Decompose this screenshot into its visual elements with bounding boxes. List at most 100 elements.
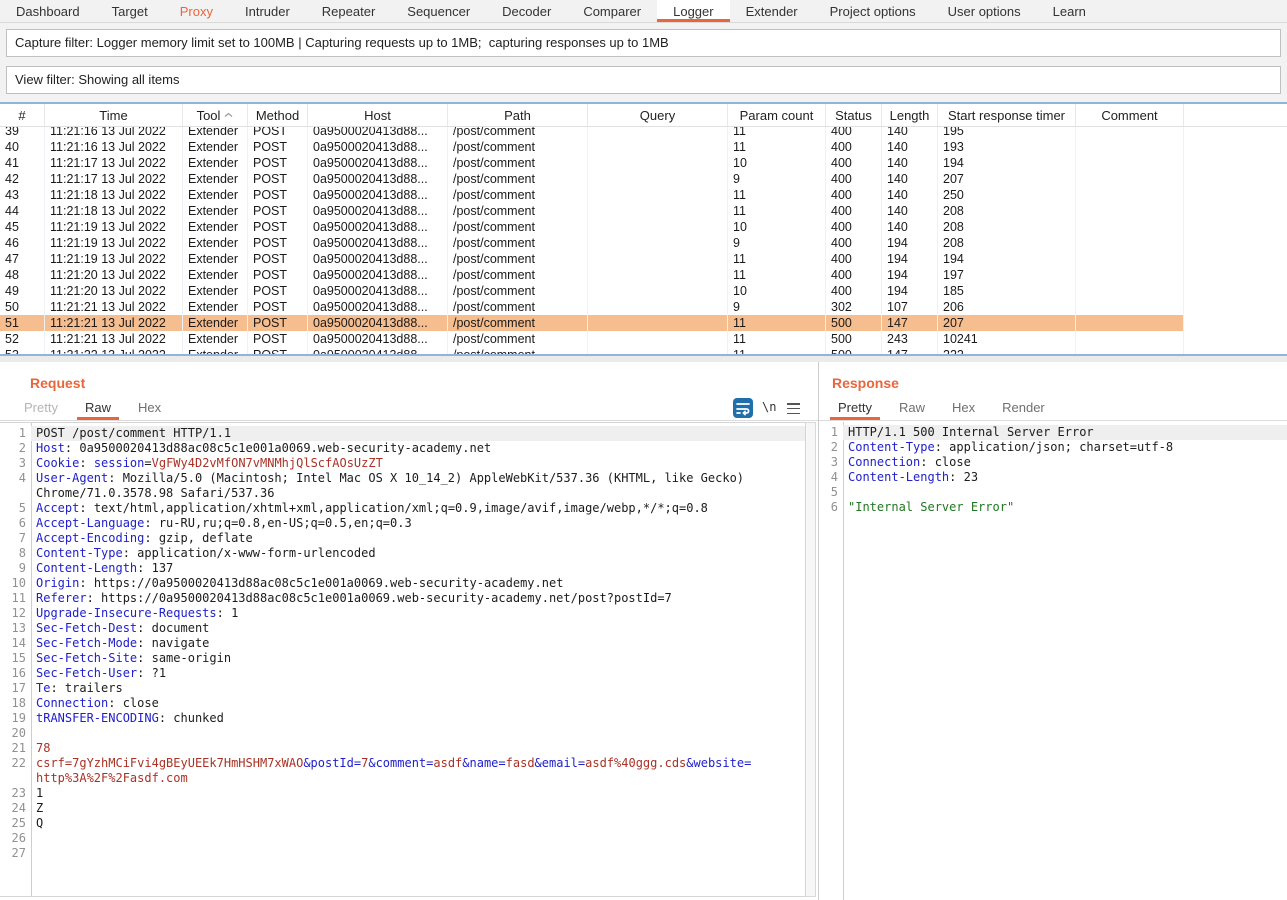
view-filter-bar[interactable]: View filter: Showing all items — [6, 66, 1281, 94]
cell-start-response-timer: 193 — [938, 139, 1076, 155]
cell-hash: 50 — [0, 299, 45, 315]
column-header-tool[interactable]: Tool — [183, 104, 248, 126]
line-number — [0, 771, 31, 786]
cell-query — [588, 127, 728, 139]
capture-filter-bar[interactable]: Capture filter: Logger memory limit set … — [6, 29, 1281, 57]
table-row[interactable]: 5311:21:22 13 Jul 2022ExtenderPOST0a9500… — [0, 347, 1184, 354]
column-header-param-count[interactable]: Param count — [728, 104, 826, 126]
column-header-length[interactable]: Length — [882, 104, 938, 126]
cell-length: 147 — [882, 347, 938, 354]
column-header-status[interactable]: Status — [826, 104, 882, 126]
table-row[interactable]: 4311:21:18 13 Jul 2022ExtenderPOST0a9500… — [0, 187, 1184, 203]
request-editor[interactable]: 1POST /post/comment HTTP/1.12Host: 0a950… — [0, 422, 805, 897]
menu-tab-sequencer[interactable]: Sequencer — [391, 0, 486, 22]
table-header: #TimeToolMethodHostPathQueryParam countS… — [0, 104, 1287, 127]
editor-menu-icon[interactable] — [787, 403, 800, 414]
menu-tab-intruder[interactable]: Intruder — [229, 0, 306, 22]
column-label: Host — [364, 108, 391, 123]
tab-hex[interactable]: Hex — [944, 398, 983, 420]
cell-param-count: 11 — [728, 251, 826, 267]
table-body[interactable]: 3911:21:16 13 Jul 2022ExtenderPOST0a9500… — [0, 127, 1287, 354]
response-tab-row: Pretty Raw Hex Render — [819, 398, 1287, 421]
menu-tab-learn[interactable]: Learn — [1037, 0, 1102, 22]
column-header-comment[interactable]: Comment — [1076, 104, 1184, 126]
table-row[interactable]: 4211:21:17 13 Jul 2022ExtenderPOST0a9500… — [0, 171, 1184, 187]
cell-query — [588, 283, 728, 299]
cell-comment — [1076, 331, 1184, 347]
line-number: 2 — [819, 440, 843, 455]
cell-param-count: 9 — [728, 299, 826, 315]
cell-hash: 39 — [0, 127, 45, 139]
cell-time: 11:21:18 13 Jul 2022 — [45, 203, 183, 219]
menu-tab-extender[interactable]: Extender — [730, 0, 814, 22]
column-header-query[interactable]: Query — [588, 104, 728, 126]
code-text: Accept-Encoding: gzip, deflate — [31, 531, 805, 546]
code-text: Sec-Fetch-Site: same-origin — [31, 651, 805, 666]
column-header-method[interactable]: Method — [248, 104, 308, 126]
menu-tab-comparer[interactable]: Comparer — [567, 0, 657, 22]
line-number: 1 — [0, 426, 31, 441]
cell-tool: Extender — [183, 171, 248, 187]
cell-param-count: 9 — [728, 171, 826, 187]
code-line: 18Connection: close — [0, 696, 805, 711]
menu-tab-decoder[interactable]: Decoder — [486, 0, 567, 22]
code-text: Origin: https://0a9500020413d88ac08c5c1e… — [31, 576, 805, 591]
menu-tab-project-options[interactable]: Project options — [814, 0, 932, 22]
table-row[interactable]: 4011:21:16 13 Jul 2022ExtenderPOST0a9500… — [0, 139, 1184, 155]
response-editor[interactable]: 1HTTP/1.1 500 Internal Server Error2Cont… — [819, 422, 1287, 900]
cell-param-count: 10 — [728, 155, 826, 171]
menu-tab-repeater[interactable]: Repeater — [306, 0, 391, 22]
table-row[interactable]: 4811:21:20 13 Jul 2022ExtenderPOST0a9500… — [0, 267, 1184, 283]
cell-hash: 41 — [0, 155, 45, 171]
column-header-start-response-timer[interactable]: Start response timer — [938, 104, 1076, 126]
code-text: HTTP/1.1 500 Internal Server Error — [843, 425, 1287, 440]
cell-host: 0a9500020413d88... — [308, 235, 448, 251]
cell-host: 0a9500020413d88... — [308, 299, 448, 315]
table-row[interactable]: 5211:21:21 13 Jul 2022ExtenderPOST0a9500… — [0, 331, 1184, 347]
column-header-hash[interactable]: # — [0, 104, 45, 126]
table-row[interactable]: 4111:21:17 13 Jul 2022ExtenderPOST0a9500… — [0, 155, 1184, 171]
cell-status: 500 — [826, 331, 882, 347]
menu-tab-proxy[interactable]: Proxy — [164, 0, 229, 22]
code-text: Upgrade-Insecure-Requests: 1 — [31, 606, 805, 621]
table-row[interactable]: 4511:21:19 13 Jul 2022ExtenderPOST0a9500… — [0, 219, 1184, 235]
cell-hash: 52 — [0, 331, 45, 347]
line-number: 27 — [0, 846, 31, 861]
cell-tool: Extender — [183, 187, 248, 203]
table-row[interactable]: 3911:21:16 13 Jul 2022ExtenderPOST0a9500… — [0, 127, 1184, 139]
table-row[interactable]: 4611:21:19 13 Jul 2022ExtenderPOST0a9500… — [0, 235, 1184, 251]
table-row[interactable]: 5011:21:21 13 Jul 2022ExtenderPOST0a9500… — [0, 299, 1184, 315]
line-number: 26 — [0, 831, 31, 846]
cell-time: 11:21:20 13 Jul 2022 — [45, 267, 183, 283]
word-wrap-icon[interactable] — [733, 398, 753, 418]
cell-hash: 49 — [0, 283, 45, 299]
code-text: Content-Type: application/x-www-form-url… — [31, 546, 805, 561]
column-header-time[interactable]: Time — [45, 104, 183, 126]
nonprintable-toggle-icon[interactable]: \n — [762, 400, 776, 414]
table-row[interactable]: 4711:21:19 13 Jul 2022ExtenderPOST0a9500… — [0, 251, 1184, 267]
table-row[interactable]: 4411:21:18 13 Jul 2022ExtenderPOST0a9500… — [0, 203, 1184, 219]
table-row[interactable]: 5111:21:21 13 Jul 2022ExtenderPOST0a9500… — [0, 315, 1184, 331]
tab-render[interactable]: Render — [994, 398, 1053, 420]
column-header-path[interactable]: Path — [448, 104, 588, 126]
code-line: 26 — [0, 831, 805, 846]
menu-tab-dashboard[interactable]: Dashboard — [0, 0, 96, 22]
code-text: csrf=7gYzhMCiFvi4gBEyUEEk7HmHSHM7xWAO&po… — [31, 756, 805, 771]
cell-start-response-timer: 185 — [938, 283, 1076, 299]
cell-length: 194 — [882, 251, 938, 267]
table-row[interactable]: 4911:21:20 13 Jul 2022ExtenderPOST0a9500… — [0, 283, 1184, 299]
tab-pretty[interactable]: Pretty — [16, 398, 66, 420]
request-scrollbar[interactable] — [805, 422, 816, 897]
cell-method: POST — [248, 203, 308, 219]
menu-tab-target[interactable]: Target — [96, 0, 164, 22]
menu-tab-user-options[interactable]: User options — [932, 0, 1037, 22]
cell-comment — [1076, 299, 1184, 315]
tab-hex[interactable]: Hex — [130, 398, 169, 420]
column-header-host[interactable]: Host — [308, 104, 448, 126]
tab-pretty[interactable]: Pretty — [830, 398, 880, 420]
tab-raw[interactable]: Raw — [891, 398, 933, 420]
request-title: Request — [30, 375, 85, 391]
tab-raw[interactable]: Raw — [77, 398, 119, 420]
cell-start-response-timer: 194 — [938, 155, 1076, 171]
menu-tab-logger[interactable]: Logger — [657, 0, 729, 22]
